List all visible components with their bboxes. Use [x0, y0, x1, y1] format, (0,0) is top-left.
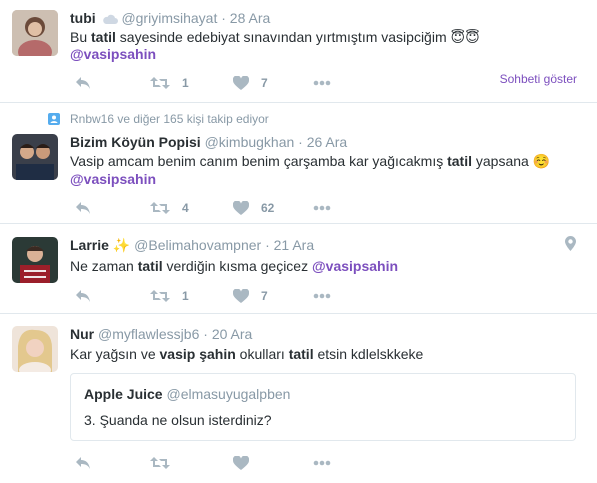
location-icon[interactable] — [565, 236, 576, 256]
reply-button[interactable] — [75, 287, 91, 305]
tweet-header: tubi @griyimsihayat · 28 Ara — [70, 10, 270, 28]
like-button[interactable]: 7 — [233, 74, 268, 92]
like-icon — [233, 456, 249, 470]
tweet-text: Ne zaman tatil verdiğin kısma geçicez @v… — [70, 256, 398, 276]
user-handle[interactable]: @kimbugkhan — [205, 134, 295, 150]
reply-button[interactable] — [75, 199, 91, 217]
quoted-tweet-header: Apple Juice @elmasuyugalpben — [84, 386, 290, 402]
like-icon — [233, 201, 249, 215]
retweet-button[interactable]: 1 — [150, 287, 189, 305]
retweet-count: 1 — [182, 76, 189, 90]
tweet-mention-line: @vasipsahin — [70, 44, 156, 64]
avatar[interactable] — [12, 10, 58, 56]
social-context[interactable]: Rnbw16 ve diğer 165 kişi takip ediyor — [70, 112, 269, 126]
retweet-count: 1 — [182, 289, 189, 303]
retweet-count: 4 — [182, 201, 189, 215]
retweet-icon — [150, 457, 170, 469]
more-icon — [313, 80, 331, 86]
like-button[interactable] — [233, 454, 249, 472]
more-button[interactable] — [313, 74, 331, 92]
retweet-button[interactable]: 1 — [150, 74, 189, 92]
text-segment: yapsana — [472, 153, 533, 169]
reply-icon — [76, 457, 90, 469]
sparkles-emoji: ✨ — [112, 237, 131, 253]
user-icon — [48, 112, 60, 130]
user-handle[interactable]: @griyimsihayat — [121, 10, 217, 26]
show-conversation-link[interactable]: Sohbeti göster — [500, 72, 577, 86]
tweet[interactable]: Nur @myflawlessjb6 · 20 Ara Kar yağsın v… — [0, 314, 597, 483]
quoted-tweet[interactable]: Apple Juice @elmasuyugalpben 3. Şuanda n… — [70, 373, 576, 441]
like-icon — [233, 289, 249, 303]
retweet-icon — [150, 77, 170, 89]
text-segment: Bu — [70, 29, 92, 45]
keyword: tatil — [91, 29, 116, 45]
tweet-date[interactable]: · 28 Ara — [221, 10, 270, 26]
retweet-icon — [150, 290, 170, 302]
tweet-mention-line: @vasipsahin — [70, 169, 156, 189]
text-segment: etsin kdlelskkeke — [313, 346, 424, 362]
reply-button[interactable] — [75, 454, 91, 472]
more-button[interactable] — [313, 287, 331, 305]
user-handle[interactable]: @myflawlessjb6 — [98, 326, 199, 342]
text-segment: okulları — [235, 346, 289, 362]
text-segment: Ne zaman — [70, 258, 138, 274]
tweet-text: Kar yağsın ve vasip şahin okulları tatil… — [70, 344, 423, 364]
user-name[interactable]: Larrie — [70, 237, 109, 253]
like-count: 62 — [261, 201, 275, 215]
tweet-date[interactable]: · 20 Ara — [203, 326, 252, 342]
more-icon — [313, 293, 331, 299]
tweet-header: Bizim Köyün Popisi @kimbugkhan · 26 Ara — [70, 134, 347, 150]
quoted-tweet-text: 3. Şuanda ne olsun isterdiniz? — [84, 412, 272, 428]
text-segment: Kar yağsın ve — [70, 346, 160, 362]
more-button[interactable] — [313, 454, 331, 472]
like-button[interactable]: 62 — [233, 199, 274, 217]
tweet-date[interactable]: · 26 Ara — [298, 134, 347, 150]
mention-link[interactable]: @vasipsahin — [70, 46, 156, 62]
text-segment: sayesinde edebiyat sınavından yırtmıştım… — [115, 29, 451, 45]
text-segment: verdiğin kısma geçicez — [162, 258, 312, 274]
avatar[interactable] — [12, 326, 58, 372]
like-count: 7 — [261, 289, 268, 303]
more-icon — [313, 460, 331, 466]
reply-icon — [76, 290, 90, 302]
keyword: vasip şahin — [159, 346, 236, 362]
keyword: tatil — [288, 346, 314, 362]
emoji: 😇😇 — [450, 29, 480, 45]
cloud-icon — [102, 12, 118, 28]
like-icon — [233, 76, 249, 90]
emoji: ☺️ — [532, 153, 551, 169]
reply-icon — [76, 202, 90, 214]
like-count: 7 — [261, 76, 268, 90]
tweet-text: Vasip amcam benim canım benim çarşamba k… — [70, 151, 550, 171]
retweet-icon — [150, 202, 170, 214]
more-button[interactable] — [313, 199, 331, 217]
tweet-header: Nur @myflawlessjb6 · 20 Ara — [70, 326, 252, 342]
user-handle[interactable]: @Belimahovampner — [134, 237, 261, 253]
retweet-button[interactable]: 4 — [150, 199, 189, 217]
quoted-user-handle[interactable]: @elmasuyugalpben — [166, 386, 290, 402]
quoted-user-name[interactable]: Apple Juice — [84, 386, 163, 402]
avatar[interactable] — [12, 134, 58, 180]
avatar[interactable] — [12, 237, 58, 283]
user-name[interactable]: Bizim Köyün Popisi — [70, 134, 201, 150]
user-name[interactable]: Nur — [70, 326, 94, 342]
like-button[interactable]: 7 — [233, 287, 268, 305]
keyword: tatil — [447, 153, 472, 169]
reply-button[interactable] — [75, 74, 91, 92]
text-segment: Vasip amcam benim canım benim çarşamba k… — [70, 153, 448, 169]
tweet[interactable]: tubi @griyimsihayat · 28 Ara Bu tatil sa… — [0, 0, 597, 103]
more-icon — [313, 205, 331, 211]
mention-link[interactable]: @vasipsahin — [70, 171, 156, 187]
keyword: tatil — [137, 258, 163, 274]
mention-link[interactable]: @vasipsahin — [312, 258, 398, 274]
retweet-button[interactable] — [150, 454, 170, 472]
tweet-header: Larrie ✨ @Belimahovampner · 21 Ara — [70, 237, 314, 254]
tweet-date[interactable]: · 21 Ara — [265, 237, 314, 253]
tweet[interactable]: Larrie ✨ @Belimahovampner · 21 Ara Ne za… — [0, 224, 597, 314]
tweet[interactable]: Rnbw16 ve diğer 165 kişi takip ediyor Bi… — [0, 103, 597, 224]
user-name[interactable]: tubi — [70, 10, 96, 26]
reply-icon — [76, 77, 90, 89]
